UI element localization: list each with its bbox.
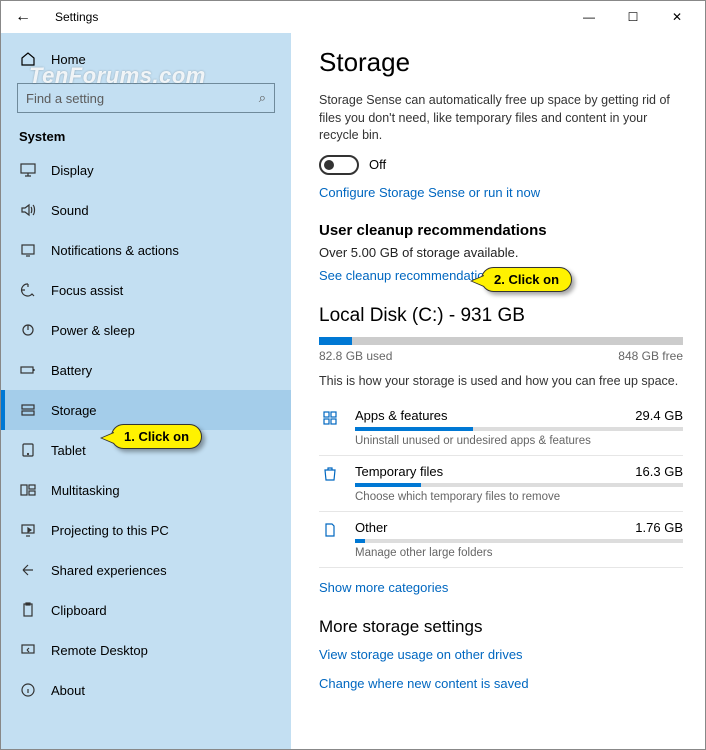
- category-bar: [355, 539, 683, 543]
- section-system: System: [1, 123, 291, 150]
- close-button[interactable]: ✕: [655, 10, 699, 24]
- storage-sense-desc: Storage Sense can automatically free up …: [319, 92, 683, 145]
- sidebar-item-label: Notifications & actions: [51, 243, 179, 258]
- search-input[interactable]: Find a setting ⌕: [17, 83, 275, 113]
- sidebar-item-label: Clipboard: [51, 603, 107, 618]
- sidebar-item-label: Shared experiences: [51, 563, 167, 578]
- sidebar-item-multitasking[interactable]: Multitasking: [1, 470, 291, 510]
- main-content: Storage Storage Sense can automatically …: [291, 33, 705, 749]
- sidebar-item-notifications-actions[interactable]: Notifications & actions: [1, 230, 291, 270]
- search-icon: ⌕: [259, 90, 266, 106]
- category-bar: [355, 483, 683, 487]
- category-sub: Choose which temporary files to remove: [355, 491, 683, 503]
- sidebar-item-label: Remote Desktop: [51, 643, 148, 658]
- storage-icon: [19, 402, 37, 418]
- category-size: 16.3 GB: [635, 464, 683, 479]
- sidebar-item-label: Storage: [51, 403, 97, 418]
- more-settings-heading: More storage settings: [319, 617, 683, 637]
- category-sub: Uninstall unused or undesired apps & fea…: [355, 435, 683, 447]
- window-title: Settings: [55, 10, 98, 24]
- sidebar-item-display[interactable]: Display: [1, 150, 291, 190]
- category-row[interactable]: Other 1.76 GB Manage other large folders: [319, 512, 683, 568]
- sidebar-item-focus-assist[interactable]: Focus assist: [1, 270, 291, 310]
- sidebar-item-label: Power & sleep: [51, 323, 135, 338]
- category-size: 29.4 GB: [635, 408, 683, 423]
- show-more-categories-link[interactable]: Show more categories: [319, 580, 683, 595]
- category-size: 1.76 GB: [635, 520, 683, 535]
- sidebar-item-label: Focus assist: [51, 283, 123, 298]
- disk-used: 82.8 GB used: [319, 349, 392, 363]
- about-icon: [19, 682, 37, 698]
- cleanup-heading: User cleanup recommendations: [319, 222, 683, 239]
- battery-icon: [19, 362, 37, 378]
- page-title: Storage: [319, 47, 683, 78]
- toggle-state-label: Off: [369, 157, 386, 172]
- focus-icon: [19, 282, 37, 298]
- category-icon: [319, 408, 341, 426]
- annotation-2: 2. Click on: [481, 267, 572, 292]
- tablet-icon: [19, 442, 37, 458]
- storage-sense-toggle[interactable]: [319, 155, 359, 175]
- configure-sense-link[interactable]: Configure Storage Sense or run it now: [319, 185, 683, 200]
- remote-icon: [19, 642, 37, 658]
- sidebar-item-label: Multitasking: [51, 483, 120, 498]
- power-icon: [19, 322, 37, 338]
- category-name: Other: [355, 520, 388, 535]
- disk-free: 848 GB free: [618, 349, 683, 363]
- home-nav[interactable]: Home: [1, 41, 291, 77]
- sidebar-item-label: About: [51, 683, 85, 698]
- category-bar: [355, 427, 683, 431]
- sound-icon: [19, 202, 37, 218]
- disk-usage-bar: [319, 337, 683, 345]
- category-icon: [319, 520, 341, 538]
- sidebar-item-label: Sound: [51, 203, 89, 218]
- sidebar-item-projecting-to-this-pc[interactable]: Projecting to this PC: [1, 510, 291, 550]
- cleanup-sub: Over 5.00 GB of storage available.: [319, 245, 683, 260]
- sidebar-item-power-sleep[interactable]: Power & sleep: [1, 310, 291, 350]
- sidebar-item-label: Display: [51, 163, 94, 178]
- sidebar-item-label: Projecting to this PC: [51, 523, 169, 538]
- search-placeholder: Find a setting: [26, 91, 259, 106]
- other-drives-link[interactable]: View storage usage on other drives: [319, 647, 683, 662]
- sidebar-item-clipboard[interactable]: Clipboard: [1, 590, 291, 630]
- disk-name: Local Disk (C:) - 931 GB: [319, 305, 683, 327]
- sidebar-item-battery[interactable]: Battery: [1, 350, 291, 390]
- back-button[interactable]: ←: [7, 8, 39, 26]
- category-icon: [319, 464, 341, 482]
- annotation-1: 1. Click on: [111, 424, 202, 449]
- home-label: Home: [51, 52, 86, 67]
- category-row[interactable]: Temporary files 16.3 GB Choose which tempo…: [319, 456, 683, 512]
- category-name: Temporary files: [355, 464, 443, 479]
- notifications-icon: [19, 242, 37, 258]
- category-sub: Manage other large folders: [355, 547, 683, 559]
- minimize-button[interactable]: —: [567, 10, 611, 24]
- sidebar-item-about[interactable]: About: [1, 670, 291, 710]
- project-icon: [19, 522, 37, 538]
- sidebar-item-shared-experiences[interactable]: Shared experiences: [1, 550, 291, 590]
- multitask-icon: [19, 482, 37, 498]
- sidebar-item-label: Tablet: [51, 443, 86, 458]
- home-icon: [19, 51, 37, 67]
- category-name: Apps & features: [355, 408, 448, 423]
- sidebar-item-remote-desktop[interactable]: Remote Desktop: [1, 630, 291, 670]
- maximize-button[interactable]: ☐: [611, 10, 655, 24]
- display-icon: [19, 162, 37, 178]
- shared-icon: [19, 562, 37, 578]
- change-save-link[interactable]: Change where new content is saved: [319, 676, 683, 691]
- disk-desc: This is how your storage is used and how…: [319, 373, 683, 391]
- sidebar-item-label: Battery: [51, 363, 92, 378]
- sidebar-item-sound[interactable]: Sound: [1, 190, 291, 230]
- category-row[interactable]: Apps & features 29.4 GB Uninstall unused o…: [319, 400, 683, 456]
- nav-sidebar: Home Find a setting ⌕ System Display Soun…: [1, 33, 291, 749]
- clipboard-icon: [19, 602, 37, 618]
